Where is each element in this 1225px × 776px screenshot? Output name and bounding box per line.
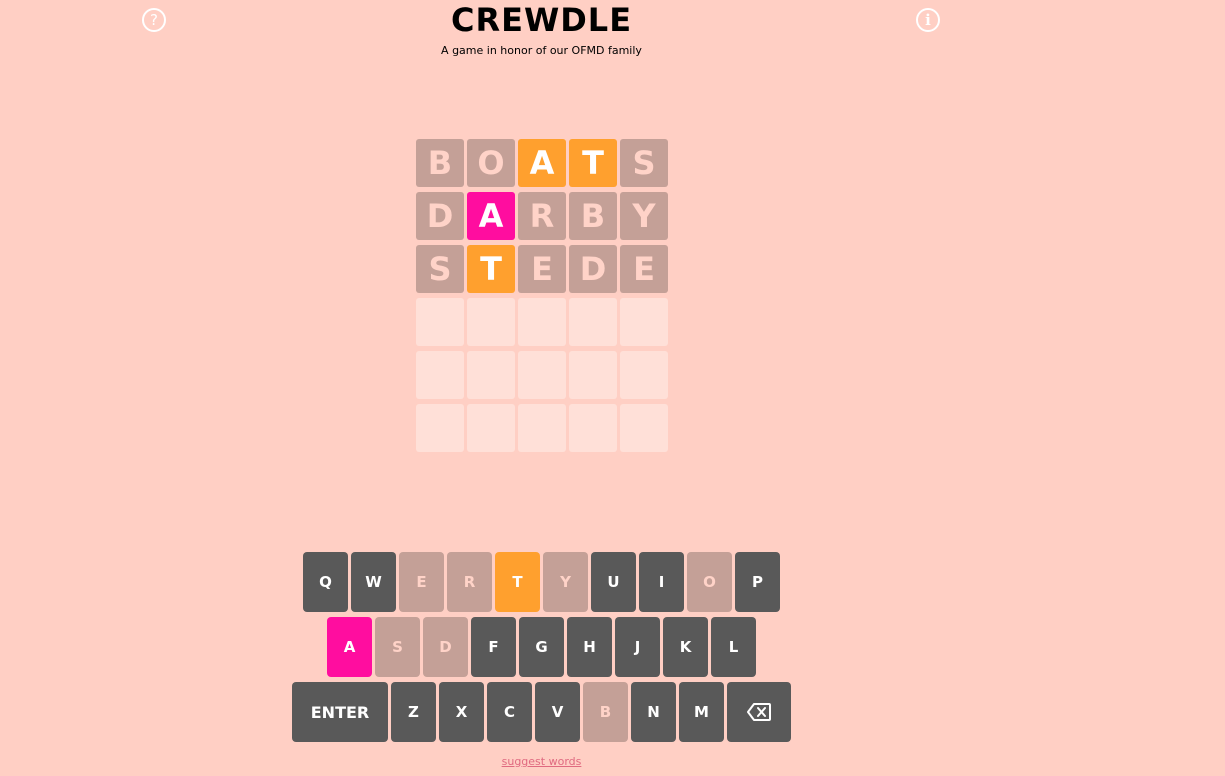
board-tile-empty [620, 404, 668, 452]
board-tile: E [518, 245, 566, 293]
board-tile: Y [620, 192, 668, 240]
board-tile-empty [467, 351, 515, 399]
board-tile-empty [416, 404, 464, 452]
key-y[interactable]: Y [543, 552, 588, 612]
key-r[interactable]: R [447, 552, 492, 612]
board-tile: B [569, 192, 617, 240]
board-tile-empty [569, 404, 617, 452]
board-tile: E [620, 245, 668, 293]
key-n[interactable]: N [631, 682, 676, 742]
key-i[interactable]: I [639, 552, 684, 612]
key-h[interactable]: H [567, 617, 612, 677]
board-tile: D [416, 192, 464, 240]
board-tile-empty [518, 298, 566, 346]
key-j[interactable]: J [615, 617, 660, 677]
key-s[interactable]: S [375, 617, 420, 677]
board-tile-empty [518, 351, 566, 399]
enter-key[interactable]: ENTER [292, 682, 388, 742]
board-tile: D [569, 245, 617, 293]
game-board: BOATSDARBYSTEDE [416, 139, 668, 452]
key-o[interactable]: O [687, 552, 732, 612]
board-tile: A [518, 139, 566, 187]
board-tile: S [416, 245, 464, 293]
keyboard-row: ASDFGHJKL [0, 617, 1083, 677]
key-g[interactable]: G [519, 617, 564, 677]
board-tile-empty [569, 298, 617, 346]
key-x[interactable]: X [439, 682, 484, 742]
board-tile: T [467, 245, 515, 293]
key-e[interactable]: E [399, 552, 444, 612]
board-tile: A [467, 192, 515, 240]
board-tile-empty [467, 404, 515, 452]
key-t[interactable]: T [495, 552, 540, 612]
key-z[interactable]: Z [391, 682, 436, 742]
board-tile-empty [416, 351, 464, 399]
key-q[interactable]: Q [303, 552, 348, 612]
page-title: CREWDLE [450, 1, 633, 39]
key-v[interactable]: V [535, 682, 580, 742]
key-l[interactable]: L [711, 617, 756, 677]
key-m[interactable]: M [679, 682, 724, 742]
board-tile: R [518, 192, 566, 240]
keyboard-row: QWERTYUIOP [0, 552, 1083, 612]
board-tile-empty [620, 298, 668, 346]
board-tile-empty [569, 351, 617, 399]
key-w[interactable]: W [351, 552, 396, 612]
backspace-key[interactable] [727, 682, 791, 742]
suggest-words-link[interactable]: suggest words [0, 755, 1083, 768]
key-c[interactable]: C [487, 682, 532, 742]
key-f[interactable]: F [471, 617, 516, 677]
board-tile: S [620, 139, 668, 187]
key-b[interactable]: B [583, 682, 628, 742]
keyboard-row: ENTER Z X C V B N M [0, 682, 1083, 742]
board-tile: T [569, 139, 617, 187]
on-screen-keyboard: Q W E R T Y U I O P A S D F G H J K L ENTER Z X C V B N M [0, 552, 1083, 747]
board-tile-empty [416, 298, 464, 346]
board-tile: B [416, 139, 464, 187]
board-tile-empty [467, 298, 515, 346]
backspace-icon [747, 703, 771, 721]
key-d[interactable]: D [423, 617, 468, 677]
page-subtitle: A game in honor of our OFMD family [441, 44, 642, 57]
board-tile-empty [518, 404, 566, 452]
key-p[interactable]: P [735, 552, 780, 612]
key-a[interactable]: A [327, 617, 372, 677]
key-u[interactable]: U [591, 552, 636, 612]
board-tile: O [467, 139, 515, 187]
key-k[interactable]: K [663, 617, 708, 677]
board-tile-empty [620, 351, 668, 399]
